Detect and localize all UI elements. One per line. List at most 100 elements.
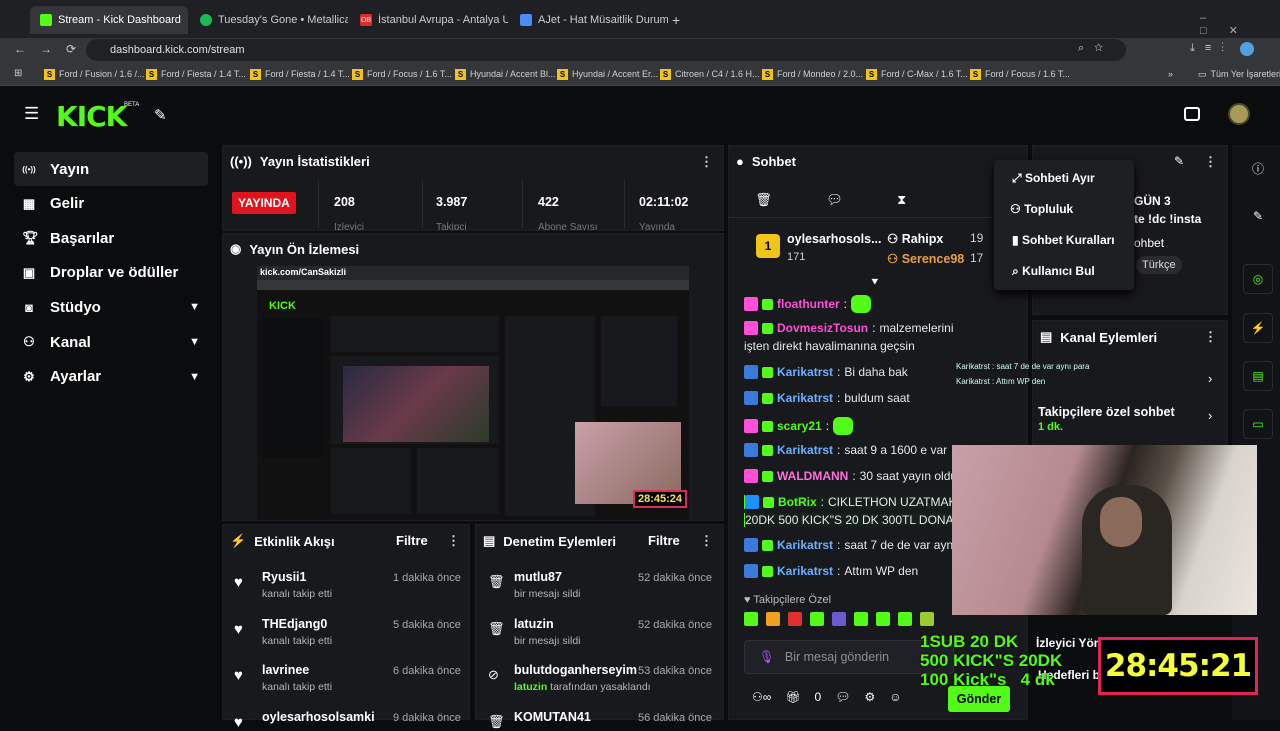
emote-bar[interactable]	[744, 612, 994, 632]
chat-username[interactable]: floathunter	[777, 297, 840, 311]
chat-username[interactable]: DovmesizTosun	[777, 321, 868, 335]
chat-title: ● Sohbet	[736, 154, 796, 169]
activity-user[interactable]: Ryusii1	[262, 570, 306, 584]
speech-bubble-icon[interactable]: 💬︎	[826, 192, 843, 208]
bookmark-item[interactable]: S Ford / Fusion / 1.6 /...	[44, 66, 145, 82]
bookmark-item[interactable]: S Hyundai / Accent Bl...	[455, 66, 556, 82]
toolbar-icons[interactable]: ⤓≡⋮	[1190, 42, 1234, 55]
tab-kick-dashboard[interactable]: Stream - Kick Dashboard✕	[30, 6, 188, 34]
nav-item-droplarveödüller[interactable]: ▣ Droplar ve ödüller	[14, 256, 208, 290]
bookmark-item[interactable]: S Ford / Fiesta / 1.4 T...	[146, 66, 246, 82]
microphone-icon[interactable]: 🎙︎	[759, 650, 775, 665]
tab-flight[interactable]: OB İstanbul Avrupa - Antalya Uçak✕	[350, 6, 508, 34]
moderator-name[interactable]: latuzin	[514, 681, 547, 693]
menu-item-popout-chat[interactable]: ⤢ Sohbeti Ayır	[1012, 171, 1095, 186]
gift-icon[interactable]: 🎁︎	[785, 690, 800, 704]
bookmark-item[interactable]: S Ford / C-Max / 1.6 T...	[866, 66, 968, 82]
leader-name[interactable]: oylesarhosols...	[787, 232, 881, 246]
capture-icon[interactable]: ◎	[1243, 264, 1273, 294]
chat-username[interactable]: Karikatrst	[777, 538, 833, 552]
close-tab-icon[interactable]: ✕	[187, 13, 188, 27]
stats-menu-icon[interactable]: ⋮	[700, 154, 713, 170]
channel-actions-menu-icon[interactable]: ⋮	[1204, 329, 1217, 345]
bookmark-item[interactable]: S Hyundai / Accent Er...	[557, 66, 658, 82]
chat-username[interactable]: BotRix	[778, 495, 817, 509]
activity-menu-icon[interactable]: ⋮	[447, 533, 460, 549]
nav-item-ayarlar[interactable]: ⚙ Ayarlar ▼	[14, 360, 208, 394]
new-tab-icon[interactable]: +	[672, 12, 680, 28]
bookmark-item[interactable]: S Citroen / C4 / 1.6 H...	[660, 66, 760, 82]
moderation-filter-button[interactable]: Filtre	[648, 533, 680, 548]
community-icon[interactable]: ⚇∞	[752, 690, 771, 704]
lightning-icon[interactable]: ⚡	[1243, 313, 1273, 343]
activity-user[interactable]: lavrinee	[262, 663, 309, 677]
more-bookmarks-icon[interactable]: »	[1168, 66, 1173, 82]
edit-icon[interactable]: ✎	[1174, 154, 1184, 168]
trash-icon[interactable]: 🗑︎	[755, 192, 772, 208]
chat-username[interactable]: Karikatrst	[777, 365, 833, 379]
chevron-right-icon[interactable]: ›	[1208, 371, 1212, 386]
activity-filter-button[interactable]: Filtre	[396, 533, 428, 548]
user-badge-icon	[744, 297, 758, 311]
bookmark-item[interactable]: S Ford / Focus / 1.6 T...	[352, 66, 452, 82]
chevron-right-icon[interactable]: ›	[1208, 408, 1212, 423]
info-icon[interactable]: ⓘ	[1243, 153, 1273, 183]
menu-item-chat-rules[interactable]: ▮ Sohbet Kuralları	[1012, 233, 1115, 247]
bookmark-favicon-icon: S	[866, 68, 877, 80]
mod-target-user[interactable]: latuzin	[514, 617, 554, 631]
user-badge-icon	[744, 365, 758, 379]
chat-username[interactable]: WALDMANN	[777, 469, 848, 483]
chat-username[interactable]: Karikatrst	[777, 443, 833, 457]
chat-bubble-icon[interactable]: 💬︎	[835, 690, 850, 704]
user-avatar[interactable]	[1228, 103, 1250, 125]
followers-chat-toggle[interactable]: Takipçilere özel sohbet	[1038, 405, 1175, 419]
bookmark-item[interactable]: S Ford / Mondeo / 2.0...	[762, 66, 863, 82]
window-controls[interactable]: –□✕	[1200, 12, 1280, 37]
activity-user[interactable]: THEdjang0	[262, 617, 327, 631]
chat-username[interactable]: scary21	[777, 419, 822, 433]
tab-ajet[interactable]: AJet - Hat Müsaitlik Durumu✕	[510, 6, 668, 34]
address-bar-icons[interactable]: ⌕☆	[1078, 42, 1113, 55]
stream-preview-video[interactable]: kick.com/CanSakizli KICK 28:45:24	[257, 266, 689, 520]
bookmark-item[interactable]: S Ford / Fiesta / 1.4 T...	[250, 66, 350, 82]
nav-item-stüdyo[interactable]: ◙ Stüdyo ▼	[14, 290, 208, 324]
all-bookmarks[interactable]: ▭ Tüm Yer İşaretleri	[1198, 66, 1280, 82]
mod-target-user[interactable]: mutlu87	[514, 570, 562, 584]
menu-item-find-user[interactable]: ⌕ Kullanıcı Bul	[1012, 264, 1095, 279]
bookmark-item[interactable]: S Ford / Focus / 1.6 T...	[970, 66, 1070, 82]
leader-2-name[interactable]: ⚇ Rahipx	[887, 231, 943, 246]
apps-grid-icon[interactable]: ⊞	[14, 68, 22, 79]
tab-spotify[interactable]: Tuesday's Gone • Metallica✕	[190, 6, 348, 34]
menu-icon[interactable]: ☰	[24, 104, 39, 124]
chat-text: CIKLETHON UZATMAK IC	[828, 495, 956, 509]
nav-buttons[interactable]: ←→⟳	[14, 42, 90, 56]
collapse-leaderboard-icon[interactable]: ⯆	[870, 275, 880, 290]
address-bar[interactable]: dashboard.kick.com/stream	[86, 39, 1126, 61]
camera-icon[interactable]	[1184, 107, 1200, 121]
moderation-menu-icon[interactable]: ⋮	[700, 533, 713, 549]
hourglass-icon[interactable]: ⧗	[897, 192, 906, 208]
pencil-icon[interactable]: ✎	[1243, 201, 1273, 231]
pin-icon[interactable]: ✎	[154, 106, 167, 124]
nav-item-başarılar[interactable]: 🏆︎ Başarılar	[14, 221, 208, 255]
emote-picker-icon[interactable]: ☺	[889, 690, 901, 704]
settings-icon[interactable]: ⚙	[864, 690, 875, 704]
kick-logo[interactable]: KICK	[56, 100, 127, 133]
kick-favicon-icon	[40, 14, 52, 26]
profile-avatar[interactable]	[1240, 42, 1254, 56]
chat-rail-icon[interactable]: ▭	[1243, 409, 1273, 439]
menu-item-community[interactable]: ⚇ Topluluk	[1010, 202, 1073, 216]
mod-time: 53 dakika önce	[638, 665, 712, 677]
notes-icon[interactable]: ▤	[1243, 361, 1273, 391]
nav-item-gelir[interactable]: ▦ Gelir	[14, 187, 208, 221]
chat-username[interactable]: Karikatrst	[777, 564, 833, 578]
mod-target-user[interactable]: KOMUTAN41	[514, 710, 591, 724]
nav-item-yayın[interactable]: ((•)) Yayın	[14, 152, 208, 186]
nav-item-kanal[interactable]: ⚇ Kanal ▼	[14, 325, 208, 359]
mod-target-user[interactable]: bulutdoganherseyim	[514, 663, 637, 677]
chat-username[interactable]: Karikatrst	[777, 391, 833, 405]
leader-3-name[interactable]: ⚇ Serence98	[887, 251, 964, 266]
stream-info-menu-icon[interactable]: ⋮	[1204, 154, 1217, 170]
activity-user[interactable]: oylesarhosolsamki	[262, 710, 375, 724]
send-button[interactable]: Gönder	[948, 686, 1010, 712]
